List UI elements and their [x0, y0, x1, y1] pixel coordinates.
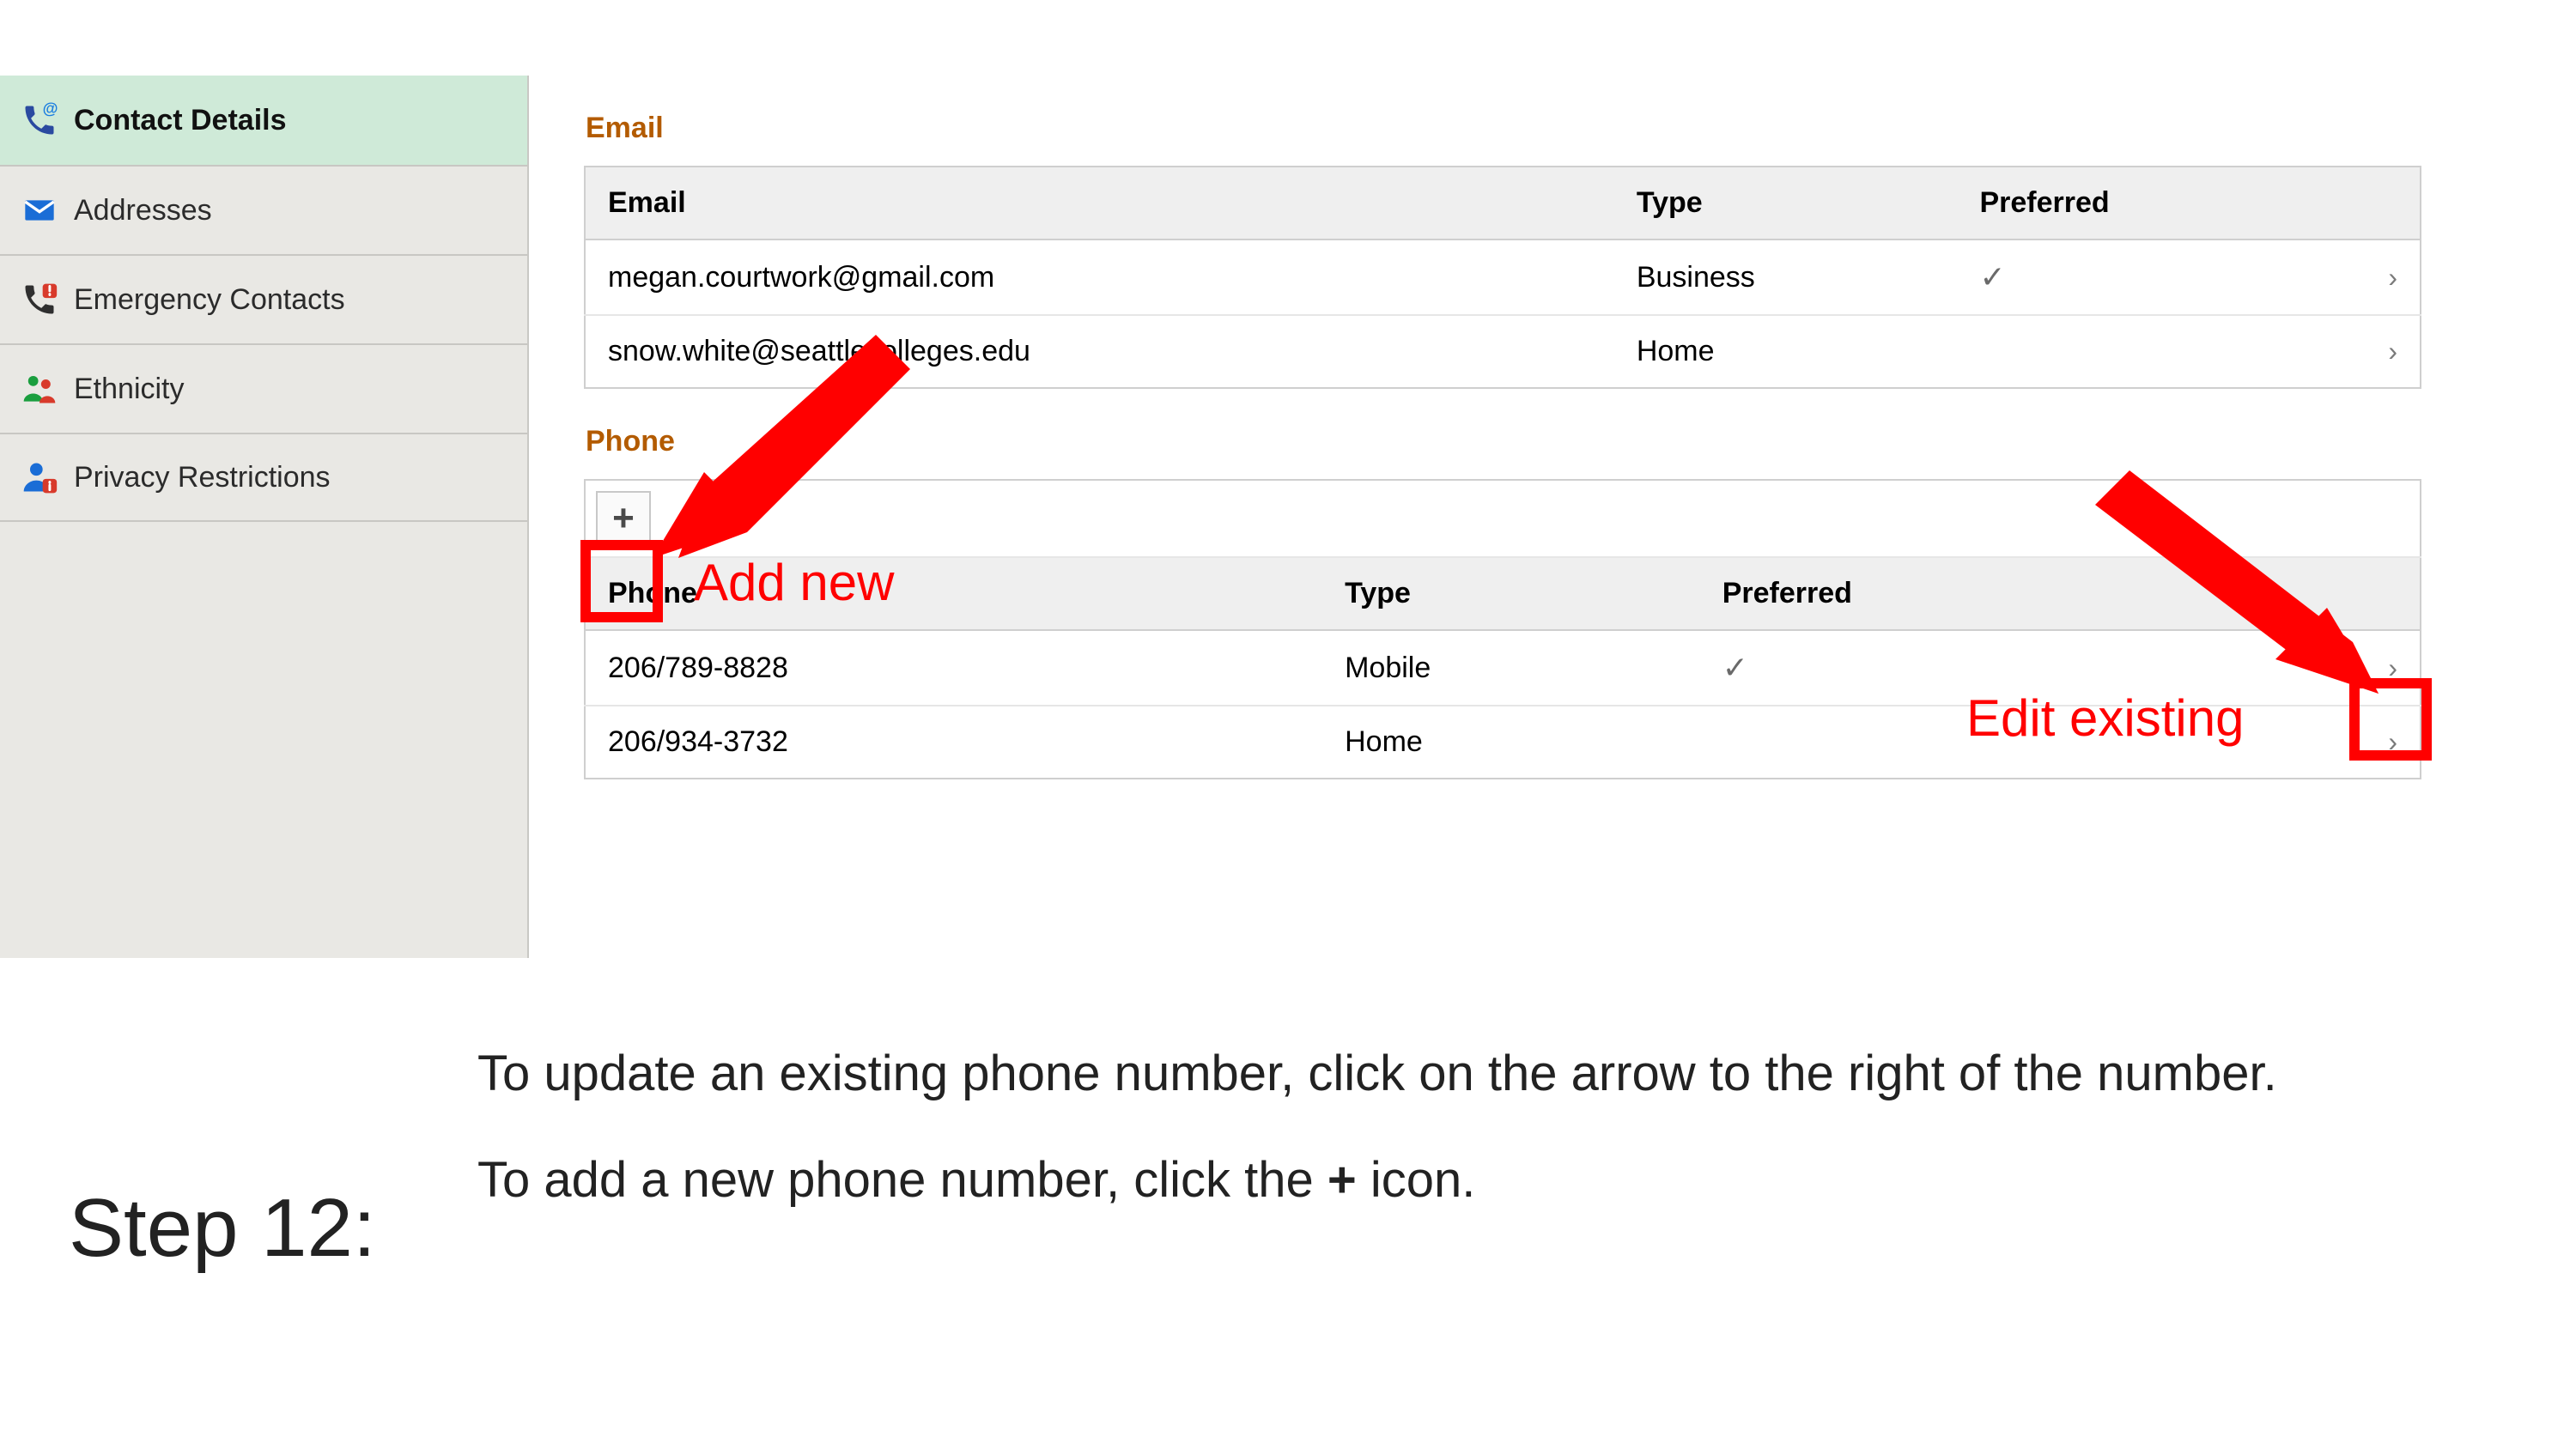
annotation-label-edit: Edit existing: [1966, 688, 2245, 748]
step-line-2: To add a new phone number, click the + i…: [477, 1147, 2452, 1214]
plus-glyph: +: [1327, 1152, 1357, 1208]
email-header-type: Type: [1614, 167, 1958, 239]
chevron-right-icon[interactable]: ›: [2388, 336, 2397, 367]
email-type: Business: [1614, 239, 1958, 315]
add-phone-button[interactable]: +: [596, 491, 651, 546]
envelope-icon: [21, 191, 58, 229]
email-header-row: Email Type Preferred: [585, 167, 2421, 239]
sidebar-item-emergency-contacts[interactable]: Emergency Contacts: [0, 254, 527, 343]
people-icon: [21, 370, 58, 408]
step-number: Step 12:: [69, 1181, 376, 1276]
sidebar-label: Privacy Restrictions: [74, 461, 331, 494]
check-icon: ✓: [1979, 259, 2005, 294]
phone-alert-icon: [21, 281, 58, 318]
annotation-arrow-add: [653, 335, 910, 558]
sidebar-item-addresses[interactable]: Addresses: [0, 165, 527, 254]
sidebar-item-ethnicity[interactable]: Ethnicity: [0, 343, 527, 433]
person-info-icon: [21, 458, 58, 496]
sidebar-item-contact-details[interactable]: @ Contact Details: [0, 76, 527, 165]
phone-number: 206/789-8828: [585, 630, 1322, 706]
annotation-box-add: [580, 540, 663, 622]
check-icon: ✓: [1722, 650, 1748, 685]
phone-type: Mobile: [1322, 630, 1700, 706]
email-type: Home: [1614, 315, 1958, 388]
email-row[interactable]: megan.courtwork@gmail.com Business ✓ ›: [585, 239, 2421, 315]
svg-text:@: @: [43, 101, 58, 118]
phone-at-icon: @: [21, 101, 58, 139]
step-instructions: To update an existing phone number, clic…: [477, 1040, 2452, 1254]
sidebar-label: Emergency Contacts: [74, 283, 345, 317]
sidebar-label: Addresses: [74, 194, 212, 227]
step-line-1: To update an existing phone number, clic…: [477, 1040, 2452, 1107]
phone-number: 206/934-3732: [585, 706, 1322, 779]
app-screenshot-region: @ Contact Details Addresses Emergency Co…: [0, 76, 2456, 958]
email-address: megan.courtwork@gmail.com: [585, 239, 1614, 315]
sidebar-label: Ethnicity: [74, 373, 185, 406]
chevron-right-icon[interactable]: ›: [2388, 262, 2397, 293]
annotation-label-add: Add new: [694, 553, 895, 612]
email-header-email: Email: [585, 167, 1614, 239]
phone-header-type: Type: [1322, 557, 1700, 630]
sidebar-label: Contact Details: [74, 104, 287, 137]
email-section-title: Email: [586, 112, 2421, 145]
sidebar: @ Contact Details Addresses Emergency Co…: [0, 76, 529, 958]
phone-type: Home: [1322, 706, 1700, 779]
email-header-pref: Preferred: [1957, 167, 2335, 239]
annotation-arrow-edit: [2095, 470, 2379, 694]
sidebar-item-privacy-restrictions[interactable]: Privacy Restrictions: [0, 433, 527, 522]
